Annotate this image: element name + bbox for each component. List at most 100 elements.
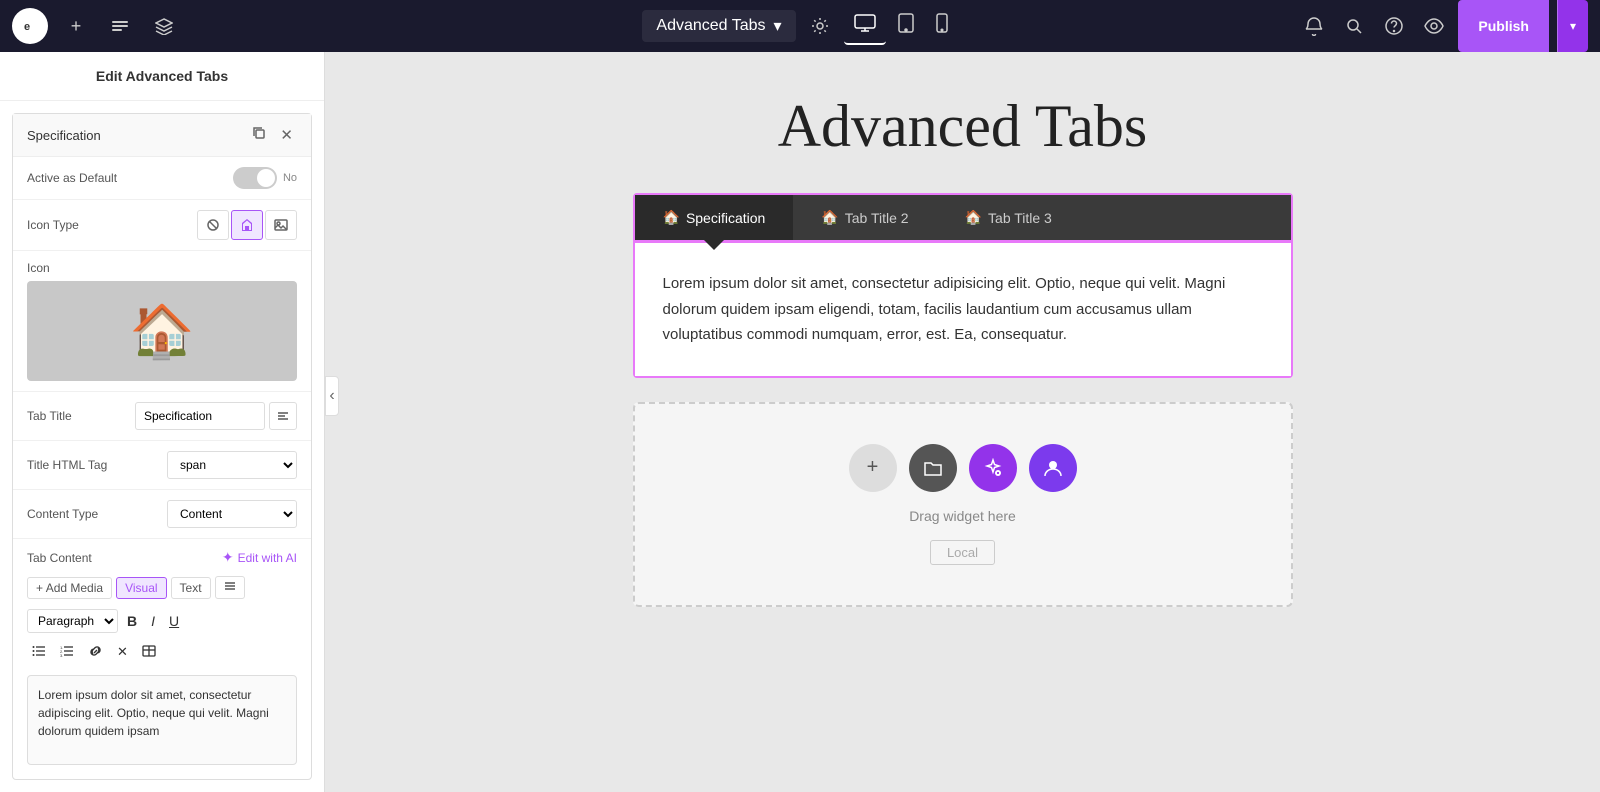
tab-item-0[interactable]: 🏠 Specification xyxy=(635,195,794,240)
content-type-select[interactable]: Content Template xyxy=(167,500,297,528)
local-label: Local xyxy=(930,540,995,565)
folder-button[interactable] xyxy=(909,444,957,492)
more-options-button[interactable] xyxy=(215,576,245,599)
panel-header: Edit Advanced Tabs xyxy=(0,52,324,101)
content-type-label: Content Type xyxy=(27,507,98,521)
add-media-icon: + xyxy=(36,581,43,595)
notifications-button[interactable] xyxy=(1298,10,1330,42)
preview-button[interactable] xyxy=(1418,10,1450,42)
settings-button[interactable] xyxy=(804,10,836,42)
ordered-list-button[interactable]: 1. 2. 3. xyxy=(55,642,79,663)
tab-item-2[interactable]: 🏠 Tab Title 3 xyxy=(937,195,1080,240)
user-avatar-button[interactable] xyxy=(1029,444,1077,492)
top-nav: e + Advanced Tabs ▾ xyxy=(0,0,1600,52)
toggle-state-label: No xyxy=(283,172,297,184)
edit-with-ai-button[interactable]: ✦ Edit with AI xyxy=(222,549,297,566)
tabs-navigation: 🏠 Specification 🏠 Tab Title 2 🏠 Tab Titl… xyxy=(635,195,1291,240)
bullet-list-button[interactable] xyxy=(27,642,51,663)
add-element-button[interactable]: + xyxy=(60,10,92,42)
bold-button[interactable]: B xyxy=(122,610,142,632)
tab-title-input[interactable] xyxy=(135,402,265,430)
add-media-label: Add Media xyxy=(46,581,103,595)
drop-area-icons: + xyxy=(849,444,1077,492)
drop-text-label: Drag widget here xyxy=(909,508,1016,524)
svg-text:3.: 3. xyxy=(60,653,63,657)
device-desktop-button[interactable] xyxy=(844,8,886,45)
tabs-widget: 🏠 Specification 🏠 Tab Title 2 🏠 Tab Titl… xyxy=(633,193,1293,378)
publish-button[interactable]: Publish xyxy=(1458,0,1549,52)
main-layout: Edit Advanced Tabs Specification ✕ Activ… xyxy=(0,52,1600,792)
extra-toolbar: 1. 2. 3. ✕ xyxy=(13,639,311,671)
icon-type-label: Icon Type xyxy=(27,218,79,232)
icon-field-row: Icon 🏠 xyxy=(13,251,311,392)
house-icon: 🏠 xyxy=(130,301,195,362)
italic-button[interactable]: I xyxy=(146,610,160,632)
icon-type-image-button[interactable] xyxy=(265,210,297,240)
tab-item-1[interactable]: 🏠 Tab Title 2 xyxy=(793,195,936,240)
icon-type-none-button[interactable] xyxy=(197,210,229,240)
tab-active-content: Lorem ipsum dolor sit amet, consectetur … xyxy=(635,240,1291,376)
tab-title-row: Tab Title xyxy=(13,392,311,441)
edit-with-ai-label: Edit with AI xyxy=(238,551,297,565)
editor-top-toolbar: + Add Media Visual Text xyxy=(13,572,311,605)
device-toggle-group xyxy=(844,7,958,46)
device-tablet-button[interactable] xyxy=(888,7,924,46)
widget-drop-area[interactable]: + xyxy=(633,402,1293,607)
title-html-tag-row: Title HTML Tag span divh1h2p xyxy=(13,441,311,490)
unlink-button[interactable]: ✕ xyxy=(112,641,133,663)
section-actions: ✕ xyxy=(248,124,297,146)
tab-2-label: Tab Title 3 xyxy=(988,210,1052,226)
section-header: Specification ✕ xyxy=(13,114,311,157)
active-default-toggle[interactable] xyxy=(233,167,277,189)
device-mobile-button[interactable] xyxy=(926,7,958,46)
ai-widget-button[interactable] xyxy=(969,444,1017,492)
tab-title-input-wrap xyxy=(135,402,297,430)
title-html-tag-select[interactable]: span divh1h2p xyxy=(167,451,297,479)
content-type-row: Content Type Content Template xyxy=(13,490,311,539)
logo-button[interactable]: e xyxy=(12,8,48,44)
tab-title-align-button[interactable] xyxy=(269,402,297,430)
collapse-panel-handle[interactable]: ‹ xyxy=(325,376,339,416)
svg-text:e: e xyxy=(24,21,30,33)
table-button[interactable] xyxy=(137,642,161,663)
add-widget-button[interactable]: + xyxy=(849,444,897,492)
ai-sparkle-icon: ✦ xyxy=(222,549,234,566)
close-section-button[interactable]: ✕ xyxy=(276,124,297,146)
page-title-dropdown-icon: ▾ xyxy=(774,16,782,36)
panel-title: Edit Advanced Tabs xyxy=(96,68,228,84)
search-button[interactable] xyxy=(1338,10,1370,42)
icon-type-row: Icon Type xyxy=(13,200,311,251)
tab-0-label: Specification xyxy=(686,210,765,226)
active-default-row: Active as Default No xyxy=(13,157,311,200)
underline-button[interactable]: U xyxy=(164,610,184,632)
text-tab-button[interactable]: Text xyxy=(171,577,211,599)
tab-content-label: Tab Content xyxy=(27,551,92,565)
publish-dropdown-button[interactable]: ▾ xyxy=(1557,0,1588,52)
tab-1-home-icon: 🏠 xyxy=(821,209,838,226)
paragraph-select[interactable]: Paragraph Heading 1Heading 2 xyxy=(27,609,118,633)
add-media-button[interactable]: + Add Media xyxy=(27,577,112,599)
layers-button[interactable] xyxy=(148,10,180,42)
visual-tab-button[interactable]: Visual xyxy=(116,577,166,599)
page-title-area[interactable]: Advanced Tabs ▾ xyxy=(642,10,795,42)
tab-0-home-icon: 🏠 xyxy=(663,209,680,226)
canvas-area: Advanced Tabs 🏠 Specification 🏠 Tab Titl… xyxy=(325,52,1600,792)
section-title: Specification xyxy=(27,128,101,143)
specification-section: Specification ✕ Active as Default No xyxy=(12,113,312,780)
title-html-tag-label: Title HTML Tag xyxy=(27,458,107,472)
tab-content-text: Lorem ipsum dolor sit amet, consectetur … xyxy=(663,271,1263,348)
active-default-toggle-wrap: No xyxy=(233,167,297,189)
tab-title-label: Tab Title xyxy=(27,409,72,423)
responsive-button[interactable] xyxy=(104,10,136,42)
link-button[interactable] xyxy=(83,642,108,663)
icon-type-buttons xyxy=(197,210,297,240)
help-button[interactable] xyxy=(1378,10,1410,42)
tab-content-header: Tab Content ✦ Edit with AI xyxy=(13,539,311,572)
duplicate-section-button[interactable] xyxy=(248,124,270,146)
icon-type-icon-button[interactable] xyxy=(231,210,263,240)
page-heading: Advanced Tabs xyxy=(778,92,1148,161)
page-title-text: Advanced Tabs xyxy=(656,17,765,35)
tab-2-home-icon: 🏠 xyxy=(965,209,982,226)
formatting-toolbar: Paragraph Heading 1Heading 2 B I U xyxy=(13,605,311,639)
content-editor[interactable]: Lorem ipsum dolor sit amet, consectetur … xyxy=(27,675,297,765)
